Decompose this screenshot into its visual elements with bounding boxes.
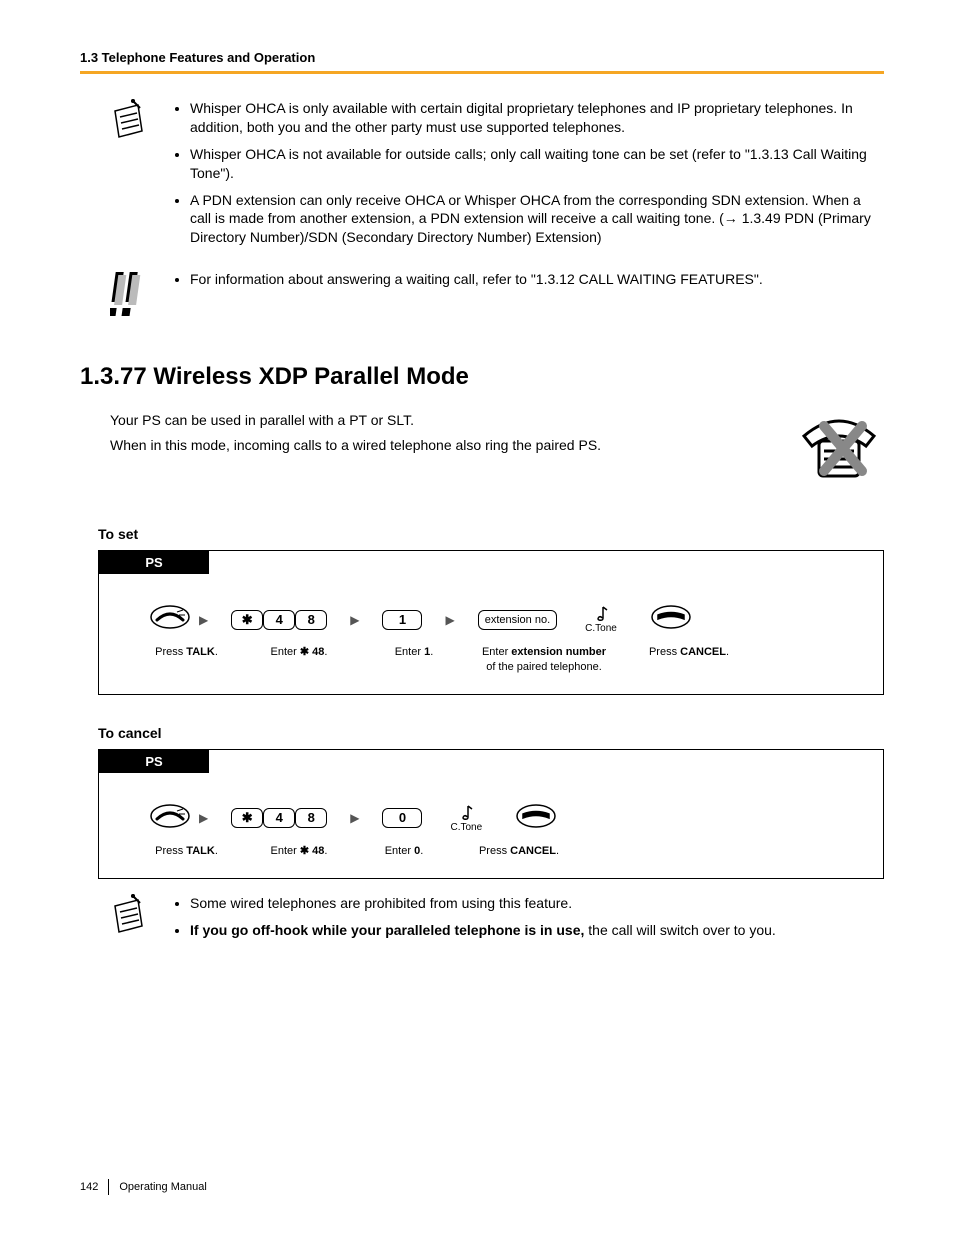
label-cancel: Press CANCEL. [624, 645, 754, 674]
note-item: Whisper OHCA is only available with cert… [190, 99, 884, 137]
label-talk: Press TALK. [139, 645, 234, 674]
label-enter-1: Enter 1. [364, 645, 464, 674]
page-footer: 142 Operating Manual [80, 1179, 207, 1195]
ctone-label: C.Tone [450, 822, 482, 833]
label-enter-48: Enter ✱ 48. [234, 844, 364, 858]
note-item: Some wired telephones are prohibited fro… [190, 894, 776, 913]
key-0: 0 [382, 808, 422, 828]
key-star: ✱ [231, 808, 263, 828]
subheading-to-set: To set [98, 526, 884, 542]
label-cancel: Press CANCEL. [444, 844, 594, 858]
key-4: 4 [263, 808, 295, 828]
note-list: Some wired telephones are prohibited fro… [170, 894, 776, 948]
ctone-icon: C.Tone [450, 804, 482, 833]
note-list: For information about answering a waitin… [170, 270, 763, 297]
key-star: ✱ [231, 610, 263, 630]
doc-title: Operating Manual [119, 1181, 206, 1193]
note-item: If you go off-hook while your paralleled… [190, 921, 776, 940]
label-enter-0: Enter 0. [364, 844, 444, 858]
note-item: Whisper OHCA is not available for outsid… [190, 145, 884, 183]
page-number: 142 [80, 1181, 98, 1193]
intro-line: When in this mode, incoming calls to a w… [110, 436, 774, 455]
note-icon [110, 99, 170, 146]
note-icon [110, 894, 170, 941]
key-1: 1 [382, 610, 422, 630]
procedure-tab: PS [99, 750, 209, 773]
intro-line: Your PS can be used in parallel with a P… [110, 411, 774, 430]
handset-offhook-icon [149, 803, 191, 834]
header-section-label: 1.3 Telephone Features and Operation [80, 50, 884, 65]
key-4: 4 [263, 610, 295, 630]
note-list: Whisper OHCA is only available with cert… [170, 99, 884, 255]
handset-offhook-icon [149, 604, 191, 635]
important-icon [110, 270, 170, 323]
extension-no-box: extension no. [478, 610, 557, 630]
label-enter-ext: Enter extension number of the paired tel… [464, 645, 624, 674]
label-enter-48: Enter ✱ 48. [234, 645, 364, 674]
arrow-icon: ▶ [445, 613, 454, 627]
key-8: 8 [295, 808, 327, 828]
header-rule [80, 71, 884, 74]
ctone-icon: C.Tone [585, 605, 617, 634]
handset-onhook-icon [515, 803, 557, 834]
procedure-box-cancel: PS ▶ ✱48 ▶ 0 C.Tone [98, 749, 884, 879]
arrow-icon: ▶ [199, 811, 208, 825]
note-item: A PDN extension can only receive OHCA or… [190, 191, 884, 248]
arrow-icon: ▶ [199, 613, 208, 627]
handset-onhook-icon [650, 604, 692, 635]
footer-divider [108, 1179, 109, 1195]
arrow-icon: ▶ [350, 613, 359, 627]
arrow-icon: ▶ [350, 811, 359, 825]
note-item: For information about answering a waitin… [190, 270, 763, 289]
procedure-tab: PS [99, 551, 209, 574]
label-talk: Press TALK. [139, 844, 234, 858]
section-heading: 1.3.77 Wireless XDP Parallel Mode [80, 363, 884, 391]
key-8: 8 [295, 610, 327, 630]
ctone-label: C.Tone [585, 623, 617, 634]
phone-prohibited-icon [794, 411, 884, 496]
procedure-box-set: PS ▶ ✱48 ▶ 1 ▶ extension no. C.Tone [98, 550, 884, 695]
subheading-to-cancel: To cancel [98, 725, 884, 741]
